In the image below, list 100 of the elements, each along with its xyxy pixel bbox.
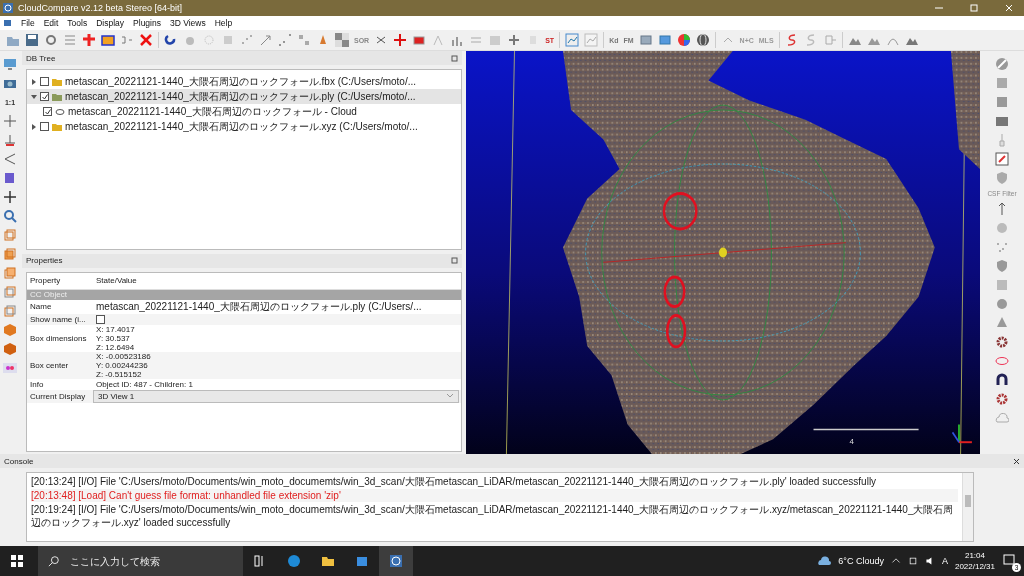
monitor-icon[interactable]	[3, 57, 17, 71]
collapse-icon[interactable]	[31, 93, 37, 100]
notification-icon[interactable]	[1002, 553, 1016, 567]
menu-item[interactable]: Display	[96, 18, 125, 28]
back-view-icon[interactable]	[3, 342, 17, 356]
color-wheel-icon[interactable]	[676, 33, 691, 47]
app-icon[interactable]	[4, 19, 12, 27]
ellipse-icon[interactable]	[995, 354, 1009, 368]
expand-icon[interactable]	[31, 123, 37, 130]
picture-icon[interactable]	[995, 95, 1009, 109]
compass-icon[interactable]	[995, 152, 1009, 166]
search-box[interactable]: ここに入力して検索	[38, 546, 243, 576]
window-title: CloudCompare v2.12 beta Stereo [64-bit]	[18, 3, 184, 13]
move-icon[interactable]	[393, 33, 408, 47]
cube-view-icon[interactable]	[3, 266, 17, 280]
checkbox[interactable]	[40, 77, 49, 86]
property-name: Box center	[29, 360, 70, 370]
dots-icon[interactable]	[202, 33, 216, 47]
tree-item-label: metascan_20221121-1440_大隈石周辺のロックフォール.xyz (C:/Users/moto/...	[65, 119, 418, 134]
tree-item[interactable]: metascan_20221121-1440_大隈石周辺のロックフォール.fbx (C:/Users/moto/...	[27, 74, 461, 89]
search-field[interactable]: ここに入力して検索	[68, 554, 212, 568]
search-icon[interactable]	[3, 209, 17, 223]
property-value: Object ID: 487 - Children: 1	[95, 379, 194, 389]
menu-item[interactable]: File	[21, 18, 35, 28]
checkbox[interactable]	[40, 122, 49, 131]
arrow-icon[interactable]	[259, 33, 273, 47]
browser-icon[interactable]	[287, 554, 301, 568]
cloud-icon[interactable]	[817, 554, 832, 568]
menu-item[interactable]: Tools	[67, 18, 88, 28]
property-value: X: -0.00523186	[95, 351, 152, 361]
image-icon[interactable]	[657, 33, 672, 47]
network-icon[interactable]	[907, 556, 918, 566]
scatter-icon[interactable]	[240, 33, 254, 47]
plane-icon[interactable]	[412, 33, 427, 47]
move-icon[interactable]	[3, 190, 17, 204]
store-icon[interactable]	[355, 554, 369, 568]
undock-icon[interactable]	[451, 257, 458, 264]
app-icon[interactable]	[389, 554, 403, 568]
shield-icon[interactable]	[995, 259, 1009, 273]
checker-icon[interactable]	[335, 33, 349, 47]
menu-item[interactable]: Edit	[43, 18, 59, 28]
property-name: Show name (i...	[29, 314, 87, 324]
ime-indicator[interactable]: A	[941, 556, 948, 566]
cube-view-icon[interactable]	[3, 247, 17, 261]
close-icon[interactable]	[1013, 457, 1020, 465]
column-header: Property	[29, 276, 62, 285]
clock[interactable]: 21:04 2022/12/31	[954, 550, 995, 572]
perspective-icon[interactable]	[3, 152, 17, 166]
picture-icon[interactable]	[995, 76, 1009, 90]
dots-icon[interactable]	[3, 361, 17, 375]
property-name: Name	[29, 302, 53, 311]
property-value: Y: 30.537	[95, 333, 131, 343]
start-icon[interactable]	[10, 554, 24, 568]
panel-title: Properties	[26, 256, 63, 265]
property-value: X: 17.4017	[95, 324, 136, 334]
forbidden-icon[interactable]	[995, 57, 1009, 71]
annotation-ellipse	[665, 314, 687, 349]
expand-icon[interactable]	[31, 78, 37, 85]
checkbox[interactable]	[96, 314, 105, 324]
folder-icon[interactable]	[321, 554, 335, 568]
cross-icon[interactable]	[82, 33, 96, 47]
image-icon[interactable]	[638, 33, 653, 47]
tree-item[interactable]: metascan_20221121-1440_大隈石周辺のロックフォール.ply (C:/Users/moto/...	[27, 89, 461, 104]
log-message: [20:19:24] [I/O] File 'C:/Users/moto/Documents/win_moto_documemts/win_3d_scan/大隈石metascan_LiDAR/metascan_20221121-1440_大隈石周辺のロックフォール.xyz/metascan_20221121-1440_大隈石周辺のロックフォール.xyz' loaded successfully	[31, 503, 955, 529]
tree-item-label: metascan_20221121-1440_大隈石周辺のロックフォール.fbx (C:/Users/moto/...	[65, 74, 417, 89]
scatter-icon[interactable]	[278, 33, 292, 47]
annotation-ellipse	[662, 192, 698, 231]
plus-icon[interactable]	[507, 33, 522, 47]
cube-view-icon[interactable]	[3, 304, 17, 318]
menu-item[interactable]: Help	[214, 18, 233, 28]
front-view-icon[interactable]	[3, 323, 17, 337]
chevron-down-icon[interactable]	[446, 392, 454, 400]
axis-triad-icon	[951, 423, 973, 444]
undock-icon[interactable]	[451, 54, 458, 62]
save-icon[interactable]	[25, 33, 39, 47]
tree-item[interactable]: metascan_20221121-1440_大隈石周辺のロックフォール - Cloud	[27, 104, 461, 119]
globe-icon[interactable]	[695, 33, 710, 47]
cube-view-icon[interactable]	[3, 228, 17, 242]
cloud-icon[interactable]	[55, 106, 65, 117]
cube-view-icon[interactable]	[3, 285, 17, 299]
shield-icon[interactable]	[995, 171, 1009, 185]
grid-icon[interactable]	[297, 33, 311, 47]
circle-icon[interactable]	[995, 297, 1009, 311]
scale-label: 4	[849, 437, 854, 446]
hook-icon[interactable]	[164, 33, 178, 47]
plus-icon[interactable]	[3, 114, 17, 128]
weather-text[interactable]: 6°C Cloudy	[838, 556, 884, 566]
app-icon[interactable]	[3, 3, 13, 13]
menu-item[interactable]: 3D Views	[169, 18, 206, 28]
tree-item[interactable]: metascan_20221121-1440_大隈石周辺のロックフォール.xyz (C:/Users/moto/...	[27, 119, 461, 134]
maximize-icon[interactable]	[969, 3, 979, 13]
checkbox[interactable]	[43, 107, 52, 116]
menu-item[interactable]: Plugins	[133, 18, 161, 28]
checkbox[interactable]	[40, 92, 49, 101]
color-box-icon[interactable]	[101, 33, 115, 47]
magnet-icon[interactable]	[995, 373, 1009, 387]
scrollbar-thumb[interactable]	[965, 495, 971, 507]
search-icon[interactable]	[48, 555, 60, 567]
axis-icon[interactable]	[3, 133, 17, 147]
scatter-icon[interactable]	[995, 240, 1009, 254]
